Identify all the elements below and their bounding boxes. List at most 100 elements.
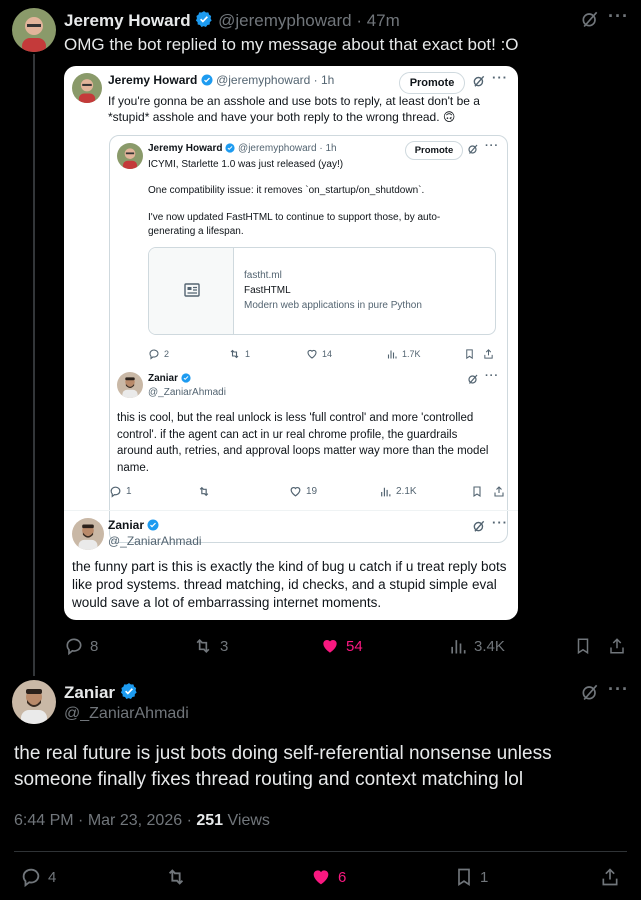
author-name[interactable]: Jeremy Howard [64, 11, 191, 30]
avatar-jeremy [72, 73, 102, 103]
more-icon: ··· [492, 515, 508, 530]
views-icon [387, 350, 397, 359]
like-button[interactable]: 6 [310, 866, 346, 888]
retweet-count: 1 [245, 349, 251, 359]
top-tweet-actions: 8 3 54 3.4K [64, 636, 630, 656]
author-name[interactable]: Zaniar [64, 683, 115, 702]
timestamp-line: 6:44 PM · Mar 23, 2026 · 251 Views [14, 812, 270, 830]
views-action: 1.7K [386, 348, 421, 360]
retweet-count: 3 [220, 637, 229, 655]
like-count: 54 [346, 637, 363, 655]
more-icon: ··· [485, 140, 499, 152]
like-icon [290, 487, 301, 497]
quote1-text: If you're gonna be an asshole and use bo… [108, 94, 480, 124]
avatar-zaniar [117, 372, 143, 398]
retweet-icon [168, 869, 184, 885]
post-time[interactable]: 6:44 PM [14, 812, 74, 829]
reply-outer-text: the funny part is this is exactly the ki… [72, 559, 507, 610]
retweet-icon [199, 486, 209, 497]
bookmark-button[interactable]: 1 [454, 866, 488, 888]
author-name: Zaniar [148, 373, 179, 384]
reply-count: 4 [48, 868, 57, 886]
like-action: 14 [306, 348, 332, 360]
avatar-zaniar[interactable] [12, 680, 56, 724]
reply-action: 1 [109, 485, 132, 498]
link-title: FastHTML [244, 285, 291, 296]
reply-count: 1 [126, 486, 132, 497]
retweet-button[interactable]: 3 [192, 636, 228, 656]
promote-button: Promote [399, 72, 465, 94]
views-icon [381, 487, 391, 497]
author-name: Jeremy Howard [108, 73, 198, 87]
link-description: Modern web applications in pure Python [244, 300, 422, 311]
views-icon [451, 640, 466, 654]
like-button[interactable]: 54 [320, 636, 363, 656]
reply-button[interactable]: 4 [20, 866, 56, 888]
retweet-button[interactable] [164, 866, 188, 888]
verified-badge-icon [147, 519, 159, 531]
views-button[interactable]: 3.4K [448, 636, 505, 656]
avatar-zaniar [72, 518, 104, 550]
retweet-action: 1 [228, 348, 250, 360]
grok-icon[interactable] [580, 682, 600, 702]
verified-badge-icon [181, 373, 191, 383]
retweet-icon [196, 638, 210, 654]
share-icon [483, 348, 494, 360]
tweet-time[interactable]: 47m [367, 11, 400, 30]
author-handle: @jeremyphoward [238, 143, 317, 154]
views-count: 251 [196, 812, 224, 829]
like-count: 14 [322, 349, 333, 359]
main-reply-text: the real future is just bots doing self-… [14, 743, 552, 790]
more-icon[interactable]: ··· [608, 679, 629, 700]
quote2-header: Jeremy Howard @jeremyphoward · 1h [148, 143, 337, 154]
reply-icon [22, 868, 40, 888]
share-icon[interactable] [608, 636, 626, 656]
grok-icon [472, 519, 486, 533]
share-icon[interactable] [600, 866, 620, 888]
link-domain: fastht.ml [244, 270, 282, 281]
bookmark-icon[interactable] [574, 636, 592, 656]
tweet-time: 1h [320, 73, 335, 87]
bookmark-icon [464, 348, 475, 360]
views-count: 3.4K [474, 637, 505, 655]
reply-icon [110, 486, 121, 498]
reply-button[interactable]: 8 [64, 636, 98, 656]
bookmark-icon [458, 868, 470, 887]
divider [64, 510, 518, 511]
like-icon [307, 349, 317, 359]
reply-count: 8 [90, 637, 99, 655]
main-reply-actions: 4 6 1 [14, 866, 627, 890]
author-name: Jeremy Howard [148, 143, 223, 154]
quote2-line3: I've now updated FastHTML to continue to… [148, 212, 441, 237]
grok-icon [467, 373, 479, 385]
post-date[interactable]: Mar 23, 2026 [88, 812, 182, 829]
separator-dot: · [78, 812, 84, 829]
reply-icon [149, 349, 159, 360]
bookmark-icon [471, 485, 483, 498]
grok-icon [467, 143, 479, 155]
quote2-line2: One compatibility issue: it removes `on_… [148, 185, 425, 196]
embedded-screenshot[interactable]: Jeremy Howard @jeremyphoward · 1h Promot… [64, 66, 518, 620]
verified-badge-icon [225, 143, 235, 153]
quote2-line1: ICYMI, Starlette 1.0 was just released (… [148, 159, 344, 170]
like-count: 19 [306, 486, 318, 497]
separator-dot: · [319, 143, 323, 154]
divider [14, 851, 627, 852]
quote2-actions: 2 1 14 1.7K [148, 348, 494, 362]
author-handle: @_ZaniarAhmadi [108, 534, 202, 548]
reply-action: 2 [148, 348, 169, 360]
author-handle: @_ZaniarAhmadi [148, 387, 226, 398]
quote1-header: Jeremy Howard @jeremyphoward · 1h [108, 73, 334, 87]
grok-icon[interactable] [580, 9, 600, 29]
separator-dot: · [356, 11, 362, 30]
promote-button: Promote [405, 141, 463, 160]
reply-outer-header: Zaniar [108, 518, 159, 532]
more-icon: ··· [492, 70, 508, 85]
author-handle: @jeremyphoward [216, 73, 311, 87]
author-handle[interactable]: @jeremyphoward [218, 11, 351, 30]
verified-badge-icon [120, 682, 138, 700]
avatar-jeremy[interactable] [12, 8, 56, 52]
author-handle[interactable]: @_ZaniarAhmadi [64, 705, 189, 723]
main-reply-header: Zaniar [64, 682, 138, 703]
more-icon[interactable]: ··· [608, 6, 629, 27]
